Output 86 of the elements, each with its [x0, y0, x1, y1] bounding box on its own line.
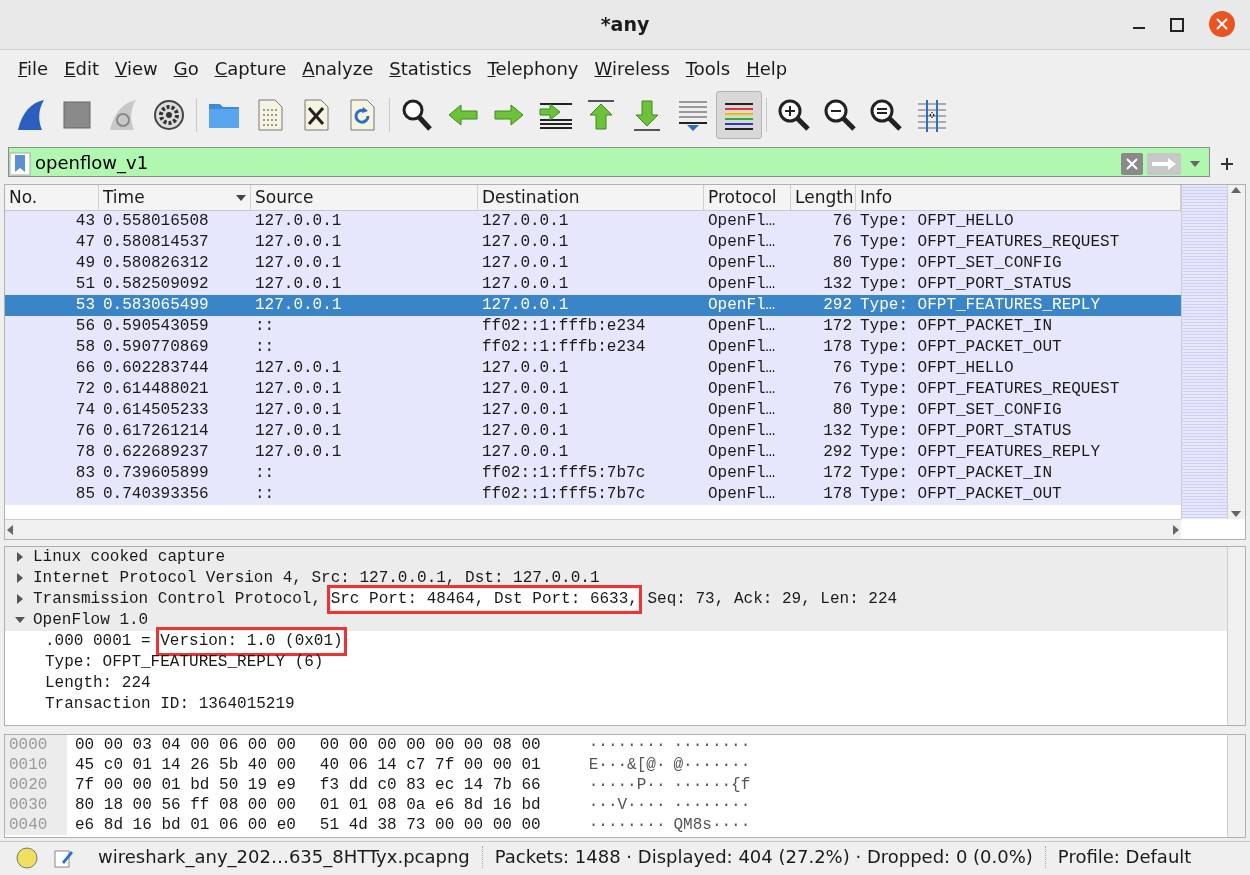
scroll-up-icon[interactable] — [1228, 185, 1244, 195]
byte-offset: 0030 — [5, 795, 67, 815]
ascii-bytes: ········ — [673, 735, 751, 755]
detail-text[interactable]: OpenFlow 1.0 — [33, 610, 149, 631]
vertical-scrollbar[interactable] — [1227, 735, 1245, 837]
zoom-out-icon — [823, 98, 857, 132]
detail-text: Seq: 73, Ack: 29, Len: 224 — [646, 589, 898, 610]
window-title: *any — [600, 12, 650, 38]
menu-item[interactable]: Go — [165, 52, 207, 84]
column-header[interactable]: Destination — [478, 185, 704, 210]
colored-lines-button[interactable] — [716, 91, 762, 139]
ascii-bytes: ·····P·· — [588, 775, 666, 795]
menu-item[interactable]: View — [107, 52, 166, 84]
detail-text: Transmission Control Protocol, — [33, 589, 323, 610]
packet-row[interactable]: 51 0.582509092 127.0.0.1 127.0.0.1 OpenFl… 132 Type: OFPT_PORT_STATUS — [5, 274, 1181, 295]
ascii-bytes: ········ — [588, 735, 666, 755]
zoom-in-icon — [777, 98, 811, 132]
byte-offset: 0010 — [5, 755, 67, 775]
menu-item[interactable]: Tools — [677, 52, 739, 84]
vertical-scrollbar[interactable] — [1227, 547, 1245, 725]
zoom-reset-icon — [869, 98, 903, 132]
menu-item[interactable]: File — [10, 52, 57, 84]
detail-text: .000 0001 = — [45, 631, 152, 652]
hex-bytes: 40 06 14 c7 7f 00 00 01 — [319, 755, 541, 775]
ascii-bytes: @······· — [673, 755, 751, 775]
scroll-down-icon[interactable] — [1228, 509, 1244, 519]
packet-row[interactable]: 56 0.590543059 :: ff02::1:fffb:e234 OpenFl… 172 Type: OFPT_PACKET_IN — [5, 316, 1181, 337]
byte-offset: 0040 — [5, 815, 67, 835]
hex-bytes: 80 18 00 56 ff 08 00 00 — [75, 795, 296, 815]
packet-row[interactable]: 43 0.558016508 127.0.0.1 127.0.0.1 OpenFl… 76 Type: OFPT_HELLO — [5, 211, 1181, 232]
packet-row[interactable]: 85 0.740393356 :: ff02::1:fff5:7b7c OpenFl… 178 Type: OFPT_PACKET_OUT — [5, 484, 1181, 505]
detail-text[interactable]: Transaction ID: 1364015219 — [45, 694, 295, 715]
column-header[interactable]: Protocol — [704, 185, 791, 210]
detail-text[interactable]: Type: OFPT_FEATURES_REPLY (6) — [45, 652, 324, 673]
hex-bytes: 00 00 00 00 00 00 08 00 — [319, 735, 541, 755]
resize-columns-icon — [915, 98, 949, 132]
column-header[interactable]: Length — [791, 185, 856, 210]
display-filter-field[interactable]: openflow_v1 — [31, 148, 1121, 176]
packet-row[interactable]: 49 0.580826312 127.0.0.1 127.0.0.1 OpenFl… 80 Type: OFPT_SET_CONFIG — [5, 253, 1181, 274]
ascii-bytes: E···&[@· — [588, 755, 666, 775]
packet-row[interactable]: 72 0.614488021 127.0.0.1 127.0.0.1 OpenFl… 76 Type: OFPT_FEATURES_REQUEST — [5, 379, 1181, 400]
column-header[interactable]: Source — [251, 185, 478, 210]
ascii-bytes: ······{f — [673, 775, 751, 795]
packet-row[interactable]: 78 0.622689237 127.0.0.1 127.0.0.1 OpenFl… 292 Type: OFPT_FEATURES_REPLY — [5, 442, 1181, 463]
packet-counts: Packets: 1488 · Displayed: 404 (27.2%) · Dropped: 0 (0.0%) — [494, 845, 1033, 869]
capture-file-name: wireshark_any_202…635_8HTTyx.pcapng — [98, 845, 470, 870]
hex-bytes: f3 dd c0 83 ec 14 7b 66 — [319, 775, 541, 795]
search-icon — [400, 98, 434, 132]
hex-bytes: 01 01 08 0a e6 8d 16 bd — [319, 795, 541, 815]
packet-row[interactable]: 58 0.590770869 :: ff02::1:fffb:e234 OpenFl… 178 Type: OFPT_PACKET_OUT — [5, 337, 1181, 358]
gear-icon — [152, 98, 186, 132]
menu-item[interactable]: Statistics — [381, 52, 480, 84]
byte-offset: 0020 — [5, 775, 67, 795]
ascii-bytes: ···V···· — [588, 795, 666, 815]
horizontal-scrollbar[interactable] — [5, 519, 1181, 539]
menu-item[interactable]: Analyze — [294, 52, 382, 84]
menu-item[interactable]: Capture — [206, 52, 295, 84]
ascii-bytes: ········ — [588, 815, 666, 835]
autoscroll-icon — [676, 98, 710, 132]
vertical-scrollbar[interactable] — [1227, 185, 1245, 519]
detail-text[interactable]: Linux cooked capture — [33, 547, 226, 568]
packet-row[interactable]: 53 0.583065499 127.0.0.1 127.0.0.1 OpenFl… 292 Type: OFPT_FEATURES_REPLY — [5, 295, 1181, 316]
menu-item[interactable]: Edit — [56, 52, 107, 84]
ascii-bytes: ········ — [673, 795, 751, 815]
detail-text[interactable]: Length: 224 — [45, 673, 151, 694]
hex-bytes: 7f 00 00 01 bd 50 19 e9 — [75, 775, 296, 795]
packet-row[interactable]: 47 0.580814537 127.0.0.1 127.0.0.1 OpenFl… 76 Type: OFPT_FEATURES_REQUEST — [5, 232, 1181, 253]
column-header[interactable]: No. — [5, 185, 99, 210]
ascii-bytes: QM8s···· — [673, 815, 751, 835]
profile-label[interactable]: Profile: Default — [1057, 843, 1192, 870]
stop-icon — [60, 98, 94, 132]
hex-bytes: 00 00 03 04 00 06 00 00 — [75, 735, 296, 755]
packet-row[interactable]: 76 0.617261214 127.0.0.1 127.0.0.1 OpenFl… 132 Type: OFPT_PORT_STATUS — [5, 421, 1181, 442]
menu-item[interactable]: Wireless — [586, 52, 678, 84]
hex-bytes: 45 c0 01 14 26 5b 40 00 — [75, 755, 296, 775]
byte-offset: 0000 — [5, 735, 67, 755]
column-header[interactable]: Time — [99, 185, 251, 210]
menu-item[interactable]: Help — [738, 52, 796, 84]
hex-bytes: 51 4d 38 73 00 00 00 00 — [319, 815, 541, 835]
close-icon[interactable] — [1208, 9, 1236, 38]
packet-row[interactable]: 66 0.602283744 127.0.0.1 127.0.0.1 OpenFl… 76 Type: OFPT_HELLO — [5, 358, 1181, 379]
menu-item[interactable]: Telephony — [479, 52, 587, 84]
packet-row[interactable]: 74 0.614505233 127.0.0.1 127.0.0.1 OpenFl… 80 Type: OFPT_SET_CONFIG — [5, 400, 1181, 421]
packet-row[interactable]: 83 0.739605899 :: ff02::1:fff5:7b7c OpenFl… 172 Type: OFPT_PACKET_IN — [5, 463, 1181, 484]
display-filter-bar[interactable]: openflow_v1 — [8, 147, 1210, 177]
hex-bytes: e6 8d 16 bd 01 06 00 e0 — [75, 815, 296, 835]
